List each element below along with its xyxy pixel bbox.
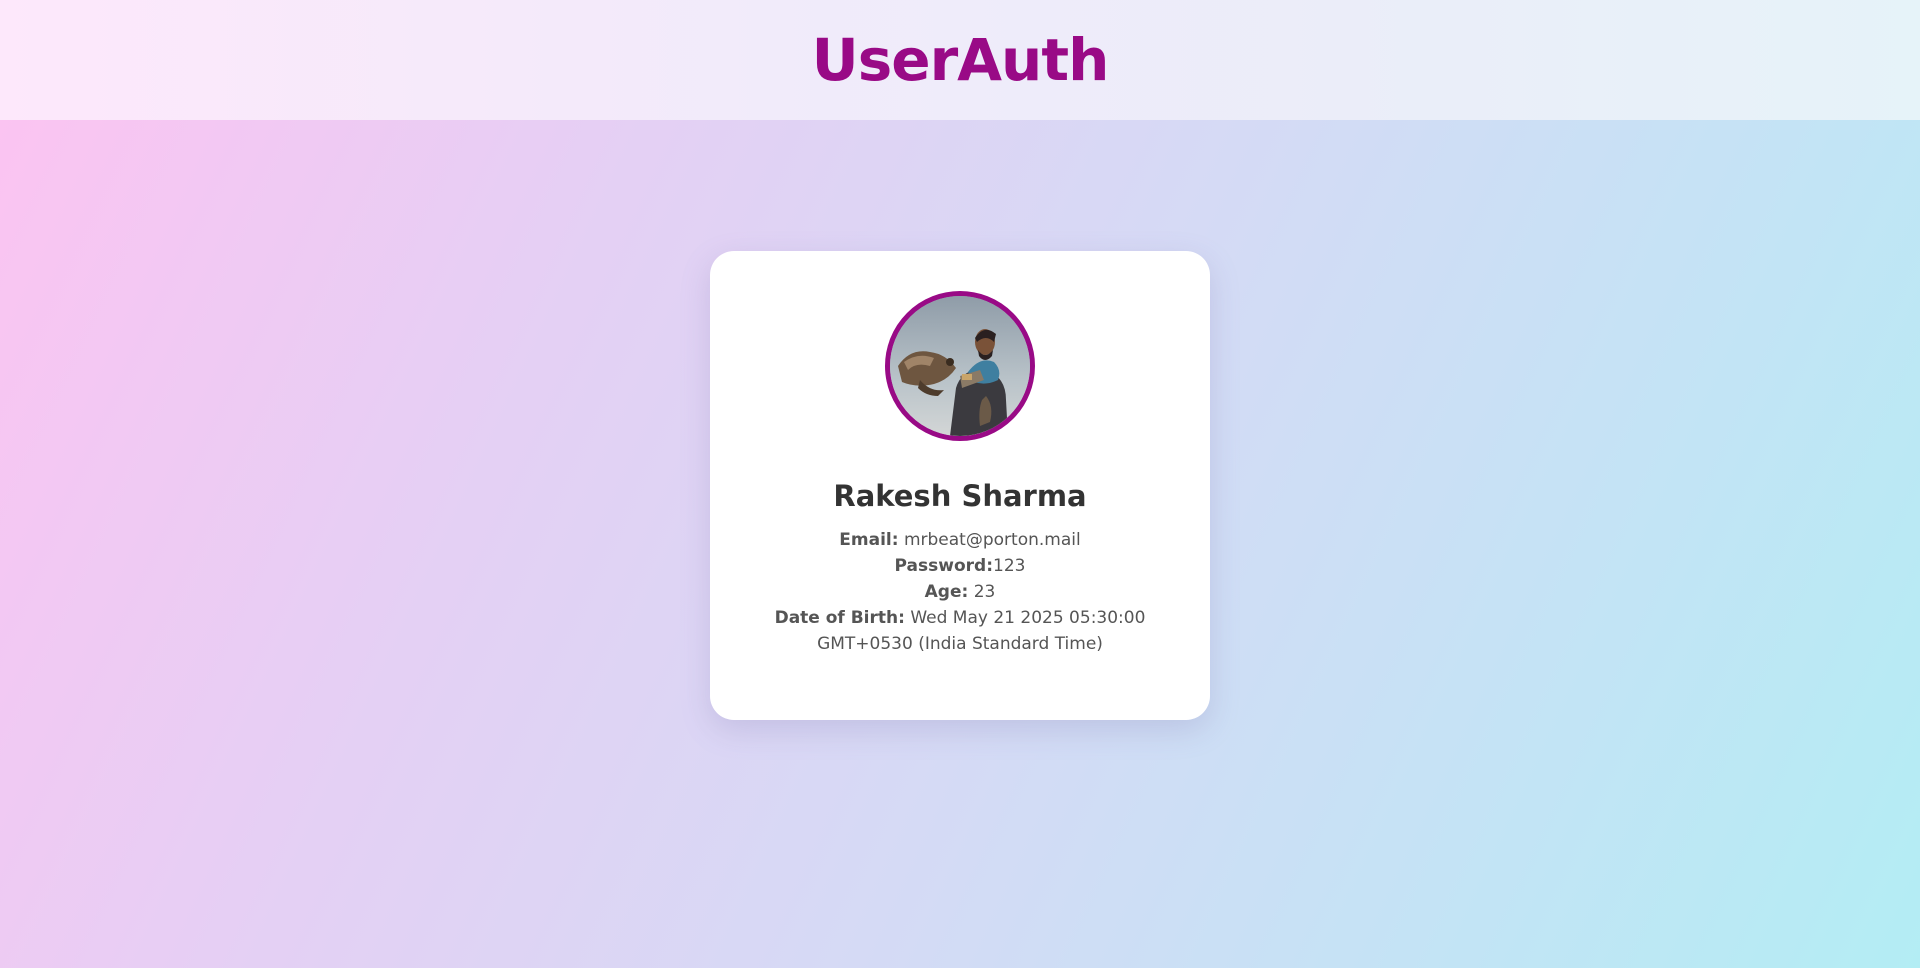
email-label: Email:: [839, 530, 899, 550]
password-label: Password:: [894, 556, 993, 576]
age-label: Age:: [924, 582, 969, 602]
age-row: Age: 23: [925, 579, 996, 605]
app-title: UserAuth: [811, 26, 1110, 94]
app-header: UserAuth: [0, 0, 1920, 120]
age-value: 23: [968, 582, 996, 602]
dob-row: Date of Birth: Wed May 21 2025 05:30:00 …: [770, 605, 1150, 657]
user-name: Rakesh Sharma: [833, 479, 1087, 513]
profile-card: Rakesh Sharma Email: mrbeat@porton.mail …: [710, 251, 1210, 720]
email-row: Email: mrbeat@porton.mail: [839, 527, 1080, 553]
avatar-photo-icon: [890, 296, 1030, 436]
password-row: Password:123: [895, 553, 1026, 579]
email-value: mrbeat@porton.mail: [898, 530, 1081, 550]
avatar: [885, 291, 1035, 441]
password-value: 123: [993, 556, 1026, 576]
dob-label: Date of Birth:: [774, 608, 905, 628]
